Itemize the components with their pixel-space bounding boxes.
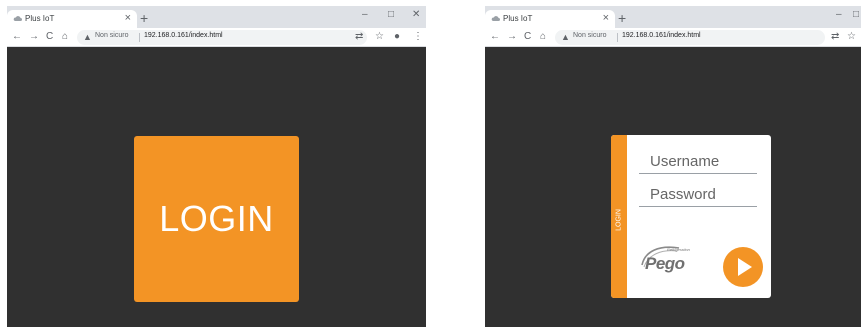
security-label: Non sicuro [95, 32, 129, 39]
tab-close-icon[interactable]: × [603, 11, 609, 25]
reload-button[interactable]: C [524, 30, 531, 44]
login-tile-label: LOGIN [159, 198, 274, 239]
minimize-button[interactable]: – [836, 8, 842, 22]
cloud-favicon-icon [13, 16, 22, 21]
url-text[interactable]: 192.168.0.161/index.html [622, 32, 701, 39]
address-bar[interactable]: ▲ Non sicuro 192.168.0.161/index.html [77, 30, 367, 45]
home-button[interactable]: ⌂ [540, 30, 546, 44]
browser-tab[interactable]: Plus IoT × [7, 10, 137, 28]
login-side-stripe: LOGIN [611, 135, 627, 298]
logo-wordmark: Pego [645, 254, 685, 273]
forward-button[interactable]: → [507, 30, 517, 44]
browser-window-right: Plus IoT × + – □ ← → C ⌂ ▲ Non sicuro 19… [485, 6, 861, 327]
logo-subtext: Refrigeration [667, 247, 690, 252]
pego-logo: Refrigeration Pego [639, 243, 699, 273]
bookmark-star-icon[interactable]: ☆ [847, 30, 856, 44]
new-tab-button[interactable]: + [618, 10, 626, 26]
tab-strip: Plus IoT × + – □ [485, 6, 861, 28]
username-input[interactable] [639, 150, 757, 174]
play-icon [738, 258, 752, 276]
tab-title: Plus IoT [503, 14, 533, 23]
browser-toolbar: ← → C ⌂ ▲ Non sicuro 192.168.0.161/index… [485, 28, 861, 47]
browser-window-left: Plus IoT × + – □ ✕ ← → C ⌂ ▲ Non sicuro … [7, 6, 426, 327]
close-window-button[interactable]: ✕ [412, 8, 420, 22]
forward-button[interactable]: → [29, 30, 39, 44]
login-tile-button[interactable]: LOGIN [134, 136, 299, 302]
tab-strip: Plus IoT × + – □ ✕ [7, 6, 426, 28]
reload-button[interactable]: C [46, 30, 53, 44]
browser-toolbar: ← → C ⌂ ▲ Non sicuro 192.168.0.161/index… [7, 28, 426, 47]
page-viewport: LOGIN Refrigeration Pego [485, 47, 861, 327]
omnibox-divider [139, 33, 140, 42]
maximize-button[interactable]: □ [853, 8, 859, 22]
security-label: Non sicuro [573, 32, 607, 39]
login-side-label: LOGIN [615, 208, 623, 231]
back-button[interactable]: ← [12, 30, 22, 44]
browser-menu-icon[interactable]: ⋮ [413, 30, 423, 44]
tab-title: Plus IoT [25, 14, 55, 23]
warning-triangle-icon: ▲ [561, 32, 570, 42]
omnibox-divider [617, 33, 618, 42]
password-input[interactable] [639, 183, 757, 207]
new-tab-button[interactable]: + [140, 10, 148, 26]
page-viewport: LOGIN [7, 47, 426, 327]
back-button[interactable]: ← [490, 30, 500, 44]
url-text[interactable]: 192.168.0.161/index.html [144, 32, 223, 39]
warning-triangle-icon: ▲ [83, 32, 92, 42]
browser-tab[interactable]: Plus IoT × [485, 10, 615, 28]
bookmark-star-icon[interactable]: ☆ [375, 30, 384, 44]
translate-icon[interactable]: ⇄ [355, 30, 363, 44]
minimize-button[interactable]: – [362, 8, 368, 22]
submit-play-button[interactable] [723, 247, 763, 287]
home-button[interactable]: ⌂ [62, 30, 68, 44]
cloud-favicon-icon [491, 16, 500, 21]
translate-icon[interactable]: ⇄ [831, 30, 839, 44]
tab-close-icon[interactable]: × [125, 11, 131, 25]
address-bar[interactable]: ▲ Non sicuro 192.168.0.161/index.html [555, 30, 825, 45]
maximize-button[interactable]: □ [388, 8, 394, 22]
login-form-card: LOGIN Refrigeration Pego [611, 135, 771, 298]
profile-avatar-icon[interactable]: ● [394, 30, 400, 44]
